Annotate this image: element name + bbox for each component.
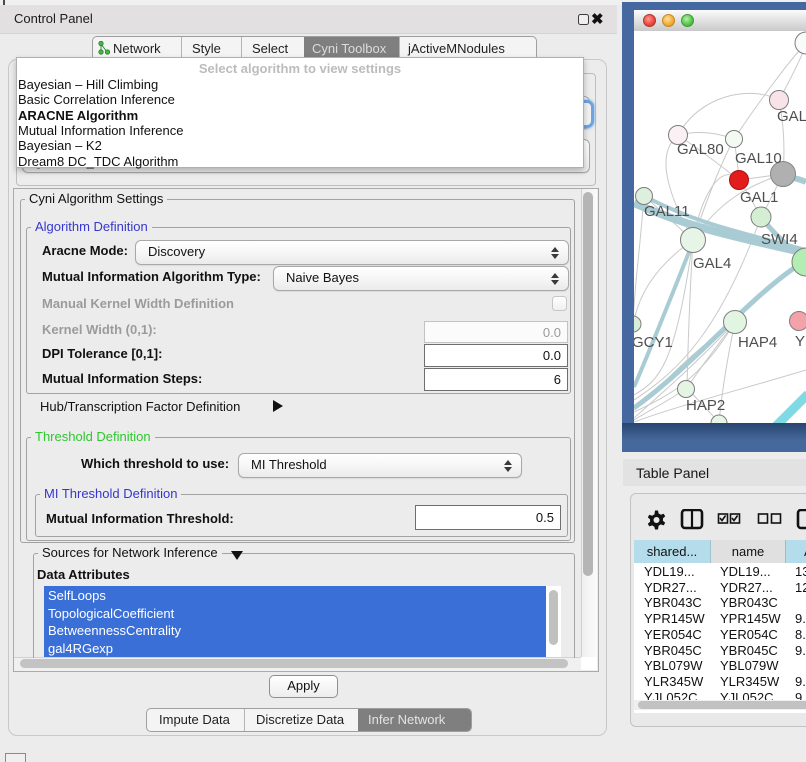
svg-text:GAL80: GAL80 xyxy=(677,141,724,158)
svg-text:GAL4: GAL4 xyxy=(693,255,731,272)
svg-text:SWI4: SWI4 xyxy=(761,231,798,248)
svg-text:GCY1: GCY1 xyxy=(634,334,673,351)
svg-text:GAL11: GAL11 xyxy=(644,203,690,220)
svg-text:HAP2: HAP2 xyxy=(686,397,725,414)
svg-text:GAL10: GAL10 xyxy=(735,150,782,167)
svg-text:HAP4: HAP4 xyxy=(738,334,777,351)
svg-text:GAL1: GAL1 xyxy=(740,189,778,206)
svg-text:Y: Y xyxy=(795,333,805,350)
svg-text:GAL: GAL xyxy=(777,108,806,125)
